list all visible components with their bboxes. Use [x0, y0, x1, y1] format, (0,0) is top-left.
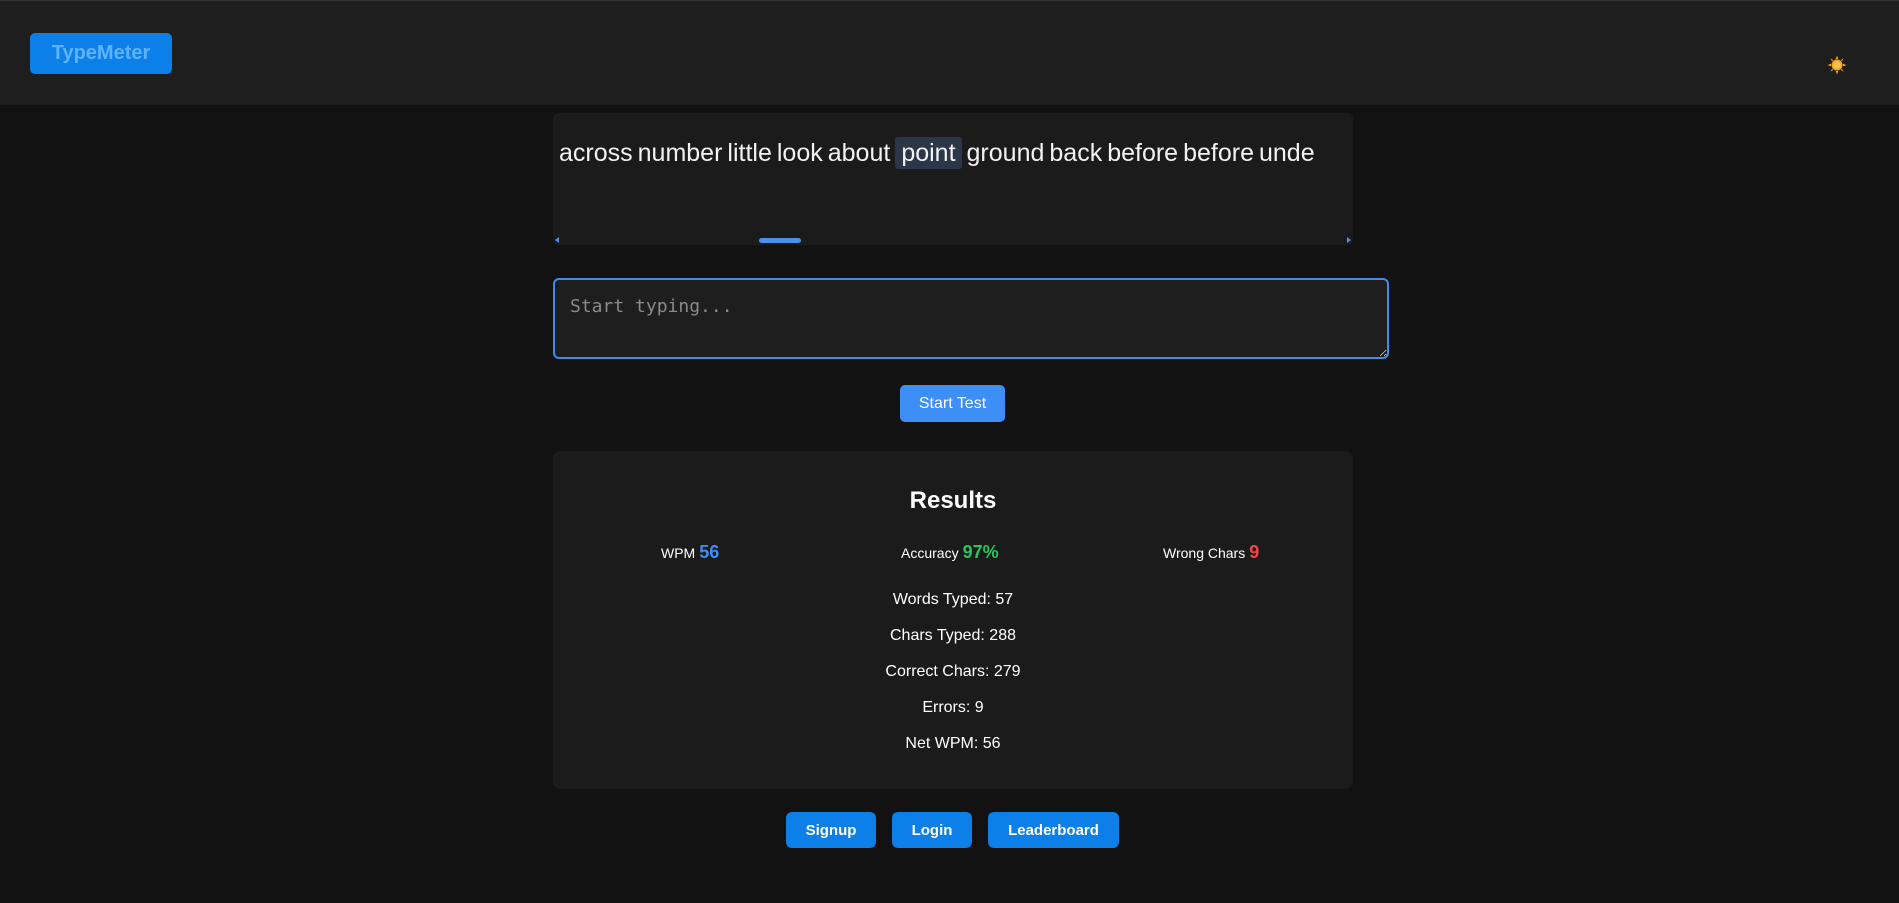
word: before: [1107, 139, 1179, 167]
current-word: point: [895, 137, 962, 169]
theme-toggle-button[interactable]: [1825, 53, 1849, 77]
start-test-button[interactable]: Start Test: [900, 385, 1005, 422]
word: before: [1183, 139, 1254, 167]
word: across: [559, 139, 633, 167]
sun-icon: [1827, 55, 1847, 75]
word-display: across number little look about point ground ba…: [553, 113, 1353, 245]
wrong-chars-value: 9: [1249, 542, 1260, 562]
word: unde: [1258, 139, 1315, 167]
correct-chars: Correct Chars: 279: [885, 663, 1021, 680]
word: ground: [966, 139, 1045, 167]
logo[interactable]: TypeMeter: [30, 33, 172, 74]
wpm-stat: WPM 56: [661, 542, 719, 563]
horizontal-scrollbar[interactable]: [553, 237, 1353, 245]
leaderboard-button[interactable]: Leaderboard: [988, 812, 1119, 848]
net-wpm: Net WPM: 56: [905, 735, 1001, 752]
typing-input[interactable]: [553, 278, 1389, 359]
scroll-right-arrow-icon[interactable]: [1347, 237, 1351, 243]
signup-button[interactable]: Signup: [786, 812, 876, 848]
word-list: across number little look about point ground ba…: [559, 131, 1320, 175]
top-navbar: TypeMeter: [0, 0, 1899, 105]
word: about: [827, 139, 891, 167]
results-title: Results: [909, 487, 997, 514]
wrong-chars-label: Wrong Chars: [1163, 545, 1246, 561]
scroll-left-arrow-icon[interactable]: [555, 237, 559, 243]
word: back: [1049, 139, 1103, 167]
accuracy-stat: Accuracy 97%: [901, 542, 999, 563]
results-panel: Results WPM 56 Accuracy 97% Wrong Chars 9 W…: [553, 451, 1353, 789]
login-button[interactable]: Login: [892, 812, 972, 848]
word: look: [776, 139, 823, 167]
wpm-label: WPM: [661, 545, 696, 561]
wpm-value: 56: [699, 542, 720, 562]
words-typed: Words Typed: 57: [892, 591, 1014, 608]
word: number: [637, 139, 723, 167]
chars-typed: Chars Typed: 288: [889, 627, 1016, 644]
wrong-chars-stat: Wrong Chars 9: [1163, 542, 1259, 563]
accuracy-value: 97%: [962, 542, 999, 562]
word: little: [727, 139, 772, 167]
accuracy-label: Accuracy: [901, 545, 959, 561]
errors: Errors: 9: [922, 699, 984, 716]
scrollbar-thumb[interactable]: [759, 238, 801, 243]
